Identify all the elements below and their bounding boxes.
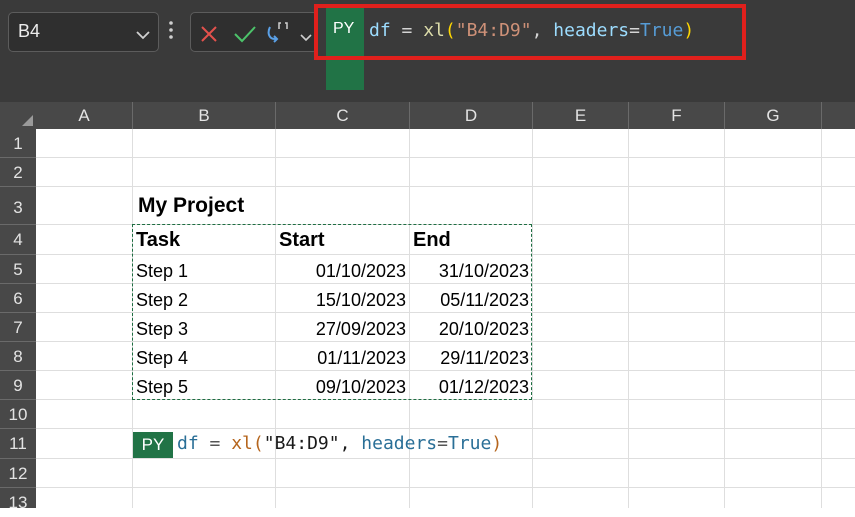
- row-header-9[interactable]: 9: [0, 371, 36, 400]
- column-header-a[interactable]: A: [36, 102, 133, 129]
- name-box-value: B4: [18, 21, 41, 41]
- start-date-cell[interactable]: 01/10/2023: [276, 261, 406, 282]
- formula-token: =: [390, 20, 424, 41]
- cell-formula-token: (: [252, 433, 264, 454]
- task-cell[interactable]: Step 5: [136, 377, 188, 398]
- column-header-b[interactable]: B: [133, 102, 276, 129]
- python-mode-badge[interactable]: PY: [326, 8, 364, 90]
- cancel-icon[interactable]: [199, 24, 219, 48]
- cell-formula-token: headers: [361, 433, 438, 454]
- header-cell-start[interactable]: Start: [279, 229, 325, 252]
- python-cell-formula[interactable]: df = xl("B4:D9", headers=True): [177, 433, 502, 454]
- column-header-d[interactable]: D: [410, 102, 533, 129]
- row-header-13[interactable]: 13: [0, 488, 36, 512]
- start-date-cell[interactable]: 27/09/2023: [276, 319, 406, 340]
- cell-formula-token: True: [447, 433, 492, 454]
- formula-actions: [190, 12, 318, 52]
- gridline: [36, 487, 855, 488]
- cell-formula-token: ,: [339, 433, 362, 454]
- gridline: [36, 312, 855, 313]
- python-output-icon[interactable]: [267, 21, 295, 49]
- row-header-1[interactable]: 1: [0, 129, 36, 158]
- start-date-cell[interactable]: 09/10/2023: [276, 377, 406, 398]
- gridline: [36, 399, 855, 400]
- row-header-10[interactable]: 10: [0, 400, 36, 429]
- column-header-bar: A B C D E F G: [0, 102, 855, 129]
- formula-token: (: [444, 20, 456, 41]
- end-date-cell[interactable]: 20/10/2023: [410, 319, 529, 340]
- cell-formula-token: df: [177, 433, 199, 454]
- column-header-c[interactable]: C: [276, 102, 410, 129]
- gridline: [36, 283, 855, 284]
- formula-token: xl: [423, 20, 445, 41]
- select-all-button[interactable]: [0, 102, 36, 129]
- task-cell[interactable]: Step 4: [136, 348, 188, 369]
- row-header-7[interactable]: 7: [0, 313, 36, 342]
- row-header-4[interactable]: 4: [0, 225, 36, 255]
- chevron-down-icon[interactable]: [136, 25, 150, 44]
- row-header-12[interactable]: 12: [0, 459, 36, 488]
- cell-formula-token: ): [491, 433, 503, 454]
- gridline: [36, 370, 855, 371]
- gridline: [36, 458, 855, 459]
- end-date-cell[interactable]: 05/11/2023: [410, 290, 529, 311]
- formula-token: =: [629, 20, 640, 41]
- task-cell[interactable]: Step 1: [136, 261, 188, 282]
- python-mode-label: PY: [333, 20, 355, 37]
- end-date-cell[interactable]: 29/11/2023: [410, 348, 529, 369]
- header-cell-task[interactable]: Task: [136, 229, 180, 252]
- cell-formula-token: "B4:D9": [263, 433, 340, 454]
- row-header-6[interactable]: 6: [0, 284, 36, 313]
- task-cell[interactable]: Step 2: [136, 290, 188, 311]
- gridline: [36, 341, 855, 342]
- formula-area: B4 PY df = xl("B4:D9", headers=True): [0, 0, 855, 102]
- gridline: [36, 186, 855, 187]
- formula-token: True: [639, 20, 684, 41]
- formula-token: "B4:D9": [455, 20, 532, 41]
- cell-formula-token: =: [437, 433, 448, 454]
- header-cell-end[interactable]: End: [413, 229, 451, 252]
- row-header-8[interactable]: 8: [0, 342, 36, 371]
- row-header-3[interactable]: 3: [0, 187, 36, 225]
- start-date-cell[interactable]: 01/11/2023: [276, 348, 406, 369]
- column-header-g[interactable]: G: [725, 102, 822, 129]
- confirm-icon[interactable]: [233, 24, 257, 48]
- formula-token: ,: [531, 20, 554, 41]
- row-header-11[interactable]: 11: [0, 429, 36, 459]
- python-cell-badge[interactable]: PY: [133, 432, 173, 458]
- formula-token: ): [683, 20, 695, 41]
- gridline: [36, 157, 855, 158]
- more-options-icon[interactable]: [168, 20, 174, 44]
- cell-formula-token: xl: [231, 433, 253, 454]
- gridline: [36, 254, 855, 255]
- end-date-cell[interactable]: 01/12/2023: [410, 377, 529, 398]
- formula-token: df: [369, 20, 391, 41]
- title-cell[interactable]: My Project: [138, 194, 244, 218]
- row-header-5[interactable]: 5: [0, 255, 36, 284]
- chevron-down-icon[interactable]: [300, 27, 312, 46]
- formula-token: headers: [553, 20, 630, 41]
- column-header-e[interactable]: E: [533, 102, 629, 129]
- gridline: [36, 428, 855, 429]
- formula-input[interactable]: df = xl("B4:D9", headers=True): [369, 20, 694, 41]
- row-header-2[interactable]: 2: [0, 158, 36, 187]
- column-header-f[interactable]: F: [629, 102, 725, 129]
- end-date-cell[interactable]: 31/10/2023: [410, 261, 529, 282]
- cell-formula-token: =: [198, 433, 232, 454]
- gridline: [36, 224, 855, 225]
- name-box[interactable]: B4: [8, 12, 159, 52]
- start-date-cell[interactable]: 15/10/2023: [276, 290, 406, 311]
- task-cell[interactable]: Step 3: [136, 319, 188, 340]
